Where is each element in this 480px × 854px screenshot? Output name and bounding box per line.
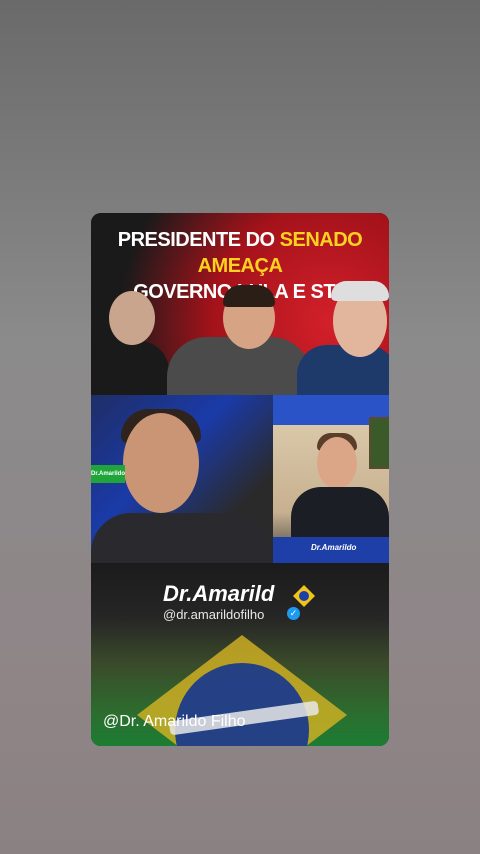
footer-handle: @Dr. Amarildo Filho bbox=[103, 713, 246, 730]
flag-logo-icon bbox=[293, 585, 315, 607]
person-figure bbox=[123, 413, 199, 513]
brand-name: Dr.Amarild bbox=[163, 581, 275, 606]
headline-text: PRESIDENTE DO bbox=[117, 229, 280, 251]
person-figure bbox=[91, 513, 273, 563]
brand-section: Dr.Amarild @dr.amarildofilho ✓ @Dr. Amar… bbox=[91, 563, 389, 746]
person-figure bbox=[331, 281, 389, 301]
video-thumbnail: PRESIDENTE DO SENADO AMEAÇA GOVERNO LULA… bbox=[91, 213, 389, 401]
profile-handle[interactable]: @dr.amarildofilho bbox=[163, 607, 264, 622]
person-figure bbox=[223, 285, 275, 307]
person-figure bbox=[317, 437, 357, 489]
channel-tag: Dr.Amarildo bbox=[91, 465, 125, 483]
person-figure bbox=[291, 487, 389, 537]
wall-frame bbox=[369, 417, 389, 469]
person-figure bbox=[297, 345, 389, 401]
video-frame: Dr.Amarildo Dr.Amarildo bbox=[91, 395, 389, 563]
speaker-left-panel: Dr.Amarildo bbox=[91, 395, 273, 563]
host-inset-panel: Dr.Amarildo bbox=[273, 395, 389, 563]
verified-badge-icon: ✓ bbox=[287, 607, 300, 620]
person-figure bbox=[109, 291, 155, 345]
story-card[interactable]: PRESIDENTE DO SENADO AMEAÇA GOVERNO LULA… bbox=[91, 213, 389, 746]
inset-logo: Dr.Amarildo bbox=[311, 543, 357, 552]
person-figure bbox=[91, 341, 169, 401]
